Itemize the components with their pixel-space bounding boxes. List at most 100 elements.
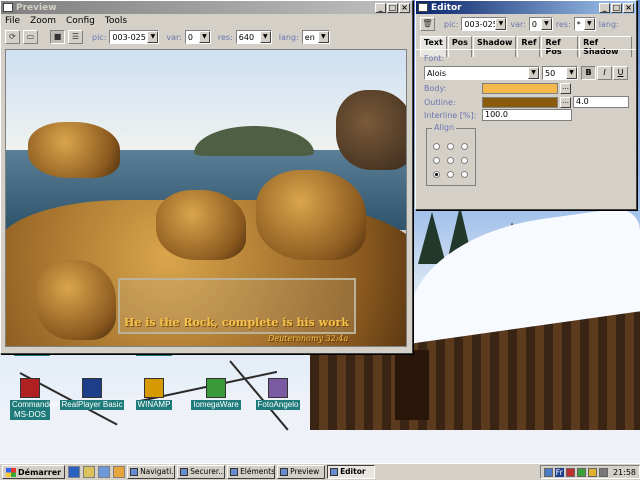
minimize-button[interactable]: _ bbox=[599, 2, 610, 13]
chevron-down-icon[interactable]: ▼ bbox=[147, 31, 159, 43]
chevron-down-icon[interactable]: ▼ bbox=[259, 31, 271, 43]
font-select[interactable]: Alois ▼ bbox=[424, 66, 540, 80]
outline-width-input[interactable]: 4.0 bbox=[573, 96, 629, 108]
align-bottom-left-radio[interactable] bbox=[433, 171, 440, 178]
lang-label: lang: bbox=[278, 32, 299, 42]
caption-text: He is the Rock, complete is his work bbox=[124, 316, 349, 329]
task-elements[interactable]: Eléments... bbox=[227, 465, 276, 479]
volume-icon[interactable] bbox=[598, 467, 608, 477]
desktop-icon-label: Commandes MS-DOS bbox=[10, 400, 58, 420]
menu-file[interactable]: File bbox=[5, 16, 20, 26]
desktop-icon-fotoangelo[interactable]: FotoAngelo bbox=[236, 378, 320, 410]
clock[interactable]: 21:58 bbox=[613, 468, 636, 477]
outline-color-swatch[interactable] bbox=[482, 96, 558, 108]
align-middle-center-radio[interactable] bbox=[447, 157, 454, 164]
align-top-left-radio[interactable] bbox=[433, 143, 440, 150]
var-select[interactable]: 0 ▼ bbox=[184, 30, 211, 44]
antivirus-icon[interactable] bbox=[565, 467, 575, 477]
chevron-down-icon[interactable]: ▼ bbox=[540, 18, 552, 30]
photo-rock bbox=[256, 170, 366, 260]
realplayer-icon bbox=[82, 378, 102, 398]
align-top-right-radio[interactable] bbox=[461, 143, 468, 150]
chevron-down-icon[interactable]: ▼ bbox=[566, 67, 577, 79]
align-bottom-right-radio[interactable] bbox=[461, 171, 468, 178]
preview-icon bbox=[280, 468, 289, 476]
task-editor[interactable]: Editor bbox=[327, 465, 376, 479]
font-size-select[interactable]: 50 ▼ bbox=[542, 66, 578, 80]
body-color-picker-button[interactable]: … bbox=[560, 83, 571, 94]
task-securer[interactable]: Securer... bbox=[177, 465, 226, 479]
pic-value: 003-025 bbox=[464, 19, 498, 29]
photo-rock bbox=[28, 122, 120, 178]
outline-color-picker-button[interactable]: … bbox=[560, 96, 571, 108]
photo-rock bbox=[336, 90, 406, 170]
body-label: Body: bbox=[424, 84, 447, 93]
task-preview[interactable]: Preview bbox=[277, 465, 326, 479]
res-select[interactable]: 640 ▼ bbox=[235, 30, 272, 44]
chevron-down-icon[interactable]: ▼ bbox=[528, 67, 539, 79]
chevron-down-icon[interactable]: ▼ bbox=[198, 31, 210, 43]
start-label: Démarrer bbox=[18, 467, 62, 477]
lang-select[interactable]: en ▼ bbox=[301, 30, 330, 44]
body-color-swatch[interactable] bbox=[482, 83, 558, 94]
desktop-icon[interactable] bbox=[83, 466, 96, 478]
align-middle-right-radio[interactable] bbox=[461, 157, 468, 164]
align-middle-left-radio[interactable] bbox=[433, 157, 440, 164]
language-indicator[interactable]: Fr bbox=[554, 467, 564, 477]
close-button[interactable]: × bbox=[623, 2, 634, 13]
tray-app-icon[interactable] bbox=[587, 467, 597, 477]
editor-titlebar[interactable]: Editor _ □ × bbox=[416, 1, 636, 14]
italic-button[interactable]: I bbox=[597, 66, 612, 80]
chevron-down-icon[interactable]: ▼ bbox=[583, 18, 595, 30]
tray-app-icon[interactable] bbox=[576, 467, 586, 477]
pic-select[interactable]: 003-025 ▼ bbox=[109, 30, 160, 44]
start-button[interactable]: Démarrer bbox=[2, 465, 66, 479]
align-bottom-center-radio[interactable] bbox=[447, 171, 454, 178]
menu-tools[interactable]: Tools bbox=[105, 16, 127, 26]
align-label: Align bbox=[432, 123, 457, 132]
photo-rock bbox=[156, 190, 246, 260]
maximize-button[interactable]: □ bbox=[611, 2, 622, 13]
underline-button[interactable]: U bbox=[613, 66, 628, 80]
interline-input[interactable]: 100.0 bbox=[482, 109, 572, 121]
menu-zoom[interactable]: Zoom bbox=[30, 16, 56, 26]
text-tab-panel: Font: Alois ▼ 50 ▼ B I U Body: … Outline… bbox=[416, 49, 636, 209]
task-navigator[interactable]: Navigati... bbox=[127, 465, 176, 479]
res-select[interactable]: * ▼ bbox=[573, 17, 596, 31]
refresh-icon[interactable]: ⟳ bbox=[5, 30, 20, 44]
outlook-icon[interactable] bbox=[98, 466, 111, 478]
pic-select[interactable]: 003-025 ▼ bbox=[461, 17, 508, 31]
var-value: 0 bbox=[531, 19, 537, 29]
window-title: Preview bbox=[16, 2, 57, 13]
window-title: Editor bbox=[431, 2, 462, 13]
align-group: Align bbox=[426, 123, 476, 186]
app-icon bbox=[418, 3, 428, 12]
editor-window[interactable]: Editor _ □ × 🗑 pic: 003-025 ▼ var: 0 ▼ r… bbox=[415, 0, 637, 210]
save-icon[interactable]: ▭ bbox=[23, 30, 38, 44]
chevron-down-icon[interactable]: ▼ bbox=[317, 31, 329, 43]
chevron-down-icon[interactable]: ▼ bbox=[495, 18, 507, 30]
media-player-icon[interactable] bbox=[113, 466, 126, 478]
align-top-center-radio[interactable] bbox=[447, 143, 454, 150]
preview-window[interactable]: Preview _ □ × File Zoom Config Tools ⟳ ▭… bbox=[0, 0, 413, 354]
task-label: Eléments... bbox=[240, 467, 276, 476]
delete-icon[interactable]: 🗑 bbox=[420, 17, 435, 31]
var-label: var: bbox=[510, 19, 526, 29]
task-label: Preview bbox=[290, 467, 320, 476]
minimize-button[interactable]: _ bbox=[375, 2, 386, 13]
list-view-icon[interactable]: ☰ bbox=[68, 30, 83, 44]
internet-explorer-icon[interactable] bbox=[68, 466, 81, 478]
var-select[interactable]: 0 ▼ bbox=[528, 17, 553, 31]
iomegaware-icon bbox=[206, 378, 226, 398]
desktop-icon-label: WINAMP bbox=[135, 400, 173, 410]
font-label: Font: bbox=[424, 54, 445, 63]
network-icon[interactable] bbox=[543, 467, 553, 477]
lang-value: en bbox=[304, 32, 315, 42]
maximize-button[interactable]: □ bbox=[387, 2, 398, 13]
menu-config[interactable]: Config bbox=[66, 16, 95, 26]
preview-titlebar[interactable]: Preview _ □ × bbox=[1, 1, 412, 14]
image-view-icon[interactable]: ■ bbox=[50, 30, 65, 44]
close-button[interactable]: × bbox=[399, 2, 410, 13]
res-label: res: bbox=[217, 32, 233, 42]
bold-button[interactable]: B bbox=[581, 66, 596, 80]
